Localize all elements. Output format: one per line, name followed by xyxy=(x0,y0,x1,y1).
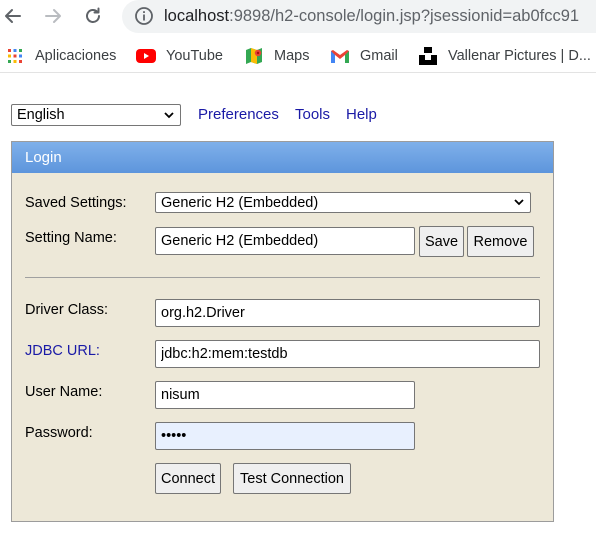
jdbc-url-link[interactable]: JDBC URL: xyxy=(25,343,100,359)
login-panel: Login Saved Settings: Generic H2 (Embedd… xyxy=(11,141,554,522)
bookmark-label: YouTube xyxy=(166,48,223,64)
driver-class-input[interactable] xyxy=(155,299,540,327)
divider xyxy=(25,277,540,278)
maps-icon xyxy=(244,46,264,66)
url-path: :9898/h2-console/login.jsp?jsessionid=ab… xyxy=(229,7,580,25)
chevron-down-icon xyxy=(514,199,524,206)
saved-settings-select[interactable]: Generic H2 (Embedded) xyxy=(155,192,531,213)
driver-class-label: Driver Class: xyxy=(25,302,108,318)
bookmark-apps[interactable]: Aplicaciones xyxy=(5,46,116,66)
setting-name-input[interactable] xyxy=(155,227,415,255)
preferences-link[interactable]: Preferences xyxy=(198,106,279,123)
bookmark-maps[interactable]: Maps xyxy=(244,46,309,66)
saved-settings-label: Saved Settings: xyxy=(25,195,127,211)
back-arrow-icon xyxy=(5,9,21,23)
jdbc-url-input[interactable] xyxy=(155,340,540,368)
url-text: localhost:9898/h2-console/login.jsp?jses… xyxy=(164,7,579,26)
remove-button[interactable]: Remove xyxy=(467,226,534,257)
language-value: English xyxy=(17,107,65,123)
reload-icon xyxy=(86,7,100,23)
chevron-down-icon xyxy=(164,112,174,119)
save-button[interactable]: Save xyxy=(419,226,464,257)
test-connection-button[interactable]: Test Connection xyxy=(233,463,351,494)
bookmark-label: Gmail xyxy=(360,48,398,64)
bookmark-label: Aplicaciones xyxy=(35,48,117,64)
url-host: localhost xyxy=(164,7,230,25)
bookmark-gmail[interactable]: Gmail xyxy=(330,46,398,66)
bookmarks-bar: Aplicaciones YouTube Maps Gmail Vallenar… xyxy=(0,40,596,73)
youtube-icon xyxy=(136,46,156,66)
setting-name-label: Setting Name: xyxy=(25,230,117,246)
gmail-icon xyxy=(330,46,350,66)
apps-grid-icon xyxy=(5,46,25,66)
bookmark-label: Vallenar Pictures | D... xyxy=(448,48,591,64)
browser-toolbar: localhost:9898/h2-console/login.jsp?jses… xyxy=(0,0,596,34)
back-button[interactable] xyxy=(0,3,26,29)
connect-button[interactable]: Connect xyxy=(155,463,221,494)
login-header: Login xyxy=(12,142,553,173)
password-input[interactable] xyxy=(155,422,415,450)
help-link[interactable]: Help xyxy=(346,106,377,123)
tools-link[interactable]: Tools xyxy=(295,106,330,123)
reload-button[interactable] xyxy=(80,3,106,29)
unsplash-icon xyxy=(418,46,438,66)
info-icon[interactable] xyxy=(134,6,154,26)
user-name-input[interactable] xyxy=(155,381,415,409)
user-name-label: User Name: xyxy=(25,384,103,400)
language-select[interactable]: English xyxy=(11,104,181,126)
forward-arrow-icon xyxy=(45,9,61,23)
bookmark-label: Maps xyxy=(274,48,310,64)
password-label: Password: xyxy=(25,425,93,441)
saved-settings-value: Generic H2 (Embedded) xyxy=(161,194,319,211)
forward-button[interactable] xyxy=(40,3,66,29)
bookmark-vallenar[interactable]: Vallenar Pictures | D... xyxy=(418,46,591,66)
address-bar[interactable]: localhost:9898/h2-console/login.jsp?jses… xyxy=(122,0,596,33)
bookmark-youtube[interactable]: YouTube xyxy=(136,46,223,66)
